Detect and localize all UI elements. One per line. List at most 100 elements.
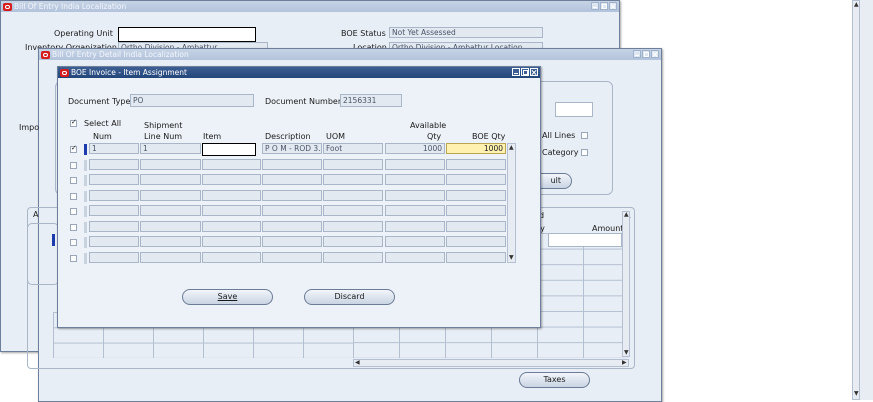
grid-cell[interactable] [446, 158, 506, 170]
table-row[interactable] [58, 158, 518, 172]
grid-cell[interactable] [140, 189, 201, 201]
category-checkbox[interactable] [581, 149, 588, 156]
detail-search-field[interactable] [555, 102, 593, 117]
item-assignment-titlebar[interactable]: BOE Invoice - Item Assignment [58, 67, 540, 78]
grid-cell[interactable] [385, 236, 445, 247]
scroll-left-icon[interactable]: ◀ [355, 359, 360, 366]
grid-cell[interactable] [446, 251, 506, 263]
scroll-down-icon[interactable]: ▼ [624, 349, 629, 356]
boe-detail-titlebar[interactable]: Bill Of Entry Detail India Localization [39, 49, 661, 60]
grid-cell[interactable] [262, 236, 322, 247]
scroll-down-icon[interactable]: ▼ [854, 390, 859, 397]
table-row[interactable] [58, 220, 518, 234]
save-button[interactable]: Save [182, 289, 273, 305]
num-cell[interactable]: 1 [89, 143, 139, 154]
boe-header-titlebar[interactable]: Bill Of Entry India Localization [1, 1, 619, 12]
grid-cell[interactable] [262, 174, 322, 185]
grid-cell[interactable] [202, 220, 261, 232]
all-lines-checkbox[interactable] [581, 132, 588, 139]
boe-qty-cell[interactable]: 1000 [446, 143, 506, 154]
grid-cell[interactable] [89, 205, 139, 216]
discard-button[interactable]: Discard [304, 289, 395, 305]
maximize-icon[interactable] [521, 68, 529, 76]
detail-horizontal-scrollbar[interactable] [353, 359, 629, 367]
grid-cell[interactable] [262, 251, 322, 263]
scroll-up-icon[interactable]: ▲ [624, 211, 629, 218]
grid-cell[interactable] [89, 189, 139, 201]
grid-cell[interactable] [140, 205, 201, 216]
grid-cell[interactable] [89, 251, 139, 263]
grid-cell[interactable] [446, 174, 506, 185]
table-row[interactable] [58, 205, 518, 218]
select-all-checkbox[interactable] [70, 120, 77, 127]
maximize-icon[interactable] [600, 2, 608, 10]
scroll-up-icon[interactable]: ▲ [854, 1, 859, 8]
grid-cell[interactable] [385, 158, 445, 170]
outer-vertical-scrollbar[interactable] [852, 0, 860, 400]
grid-cell[interactable] [202, 174, 261, 185]
uom-cell[interactable]: Foot [323, 143, 383, 154]
row-select-checkbox[interactable] [70, 161, 77, 169]
grid-cell[interactable] [385, 174, 445, 185]
grid-cell[interactable] [202, 236, 261, 247]
grid-cell[interactable] [323, 158, 383, 170]
detail-vertical-scrollbar[interactable] [622, 211, 630, 357]
minimize-icon[interactable] [591, 2, 599, 10]
row-select-checkbox[interactable] [70, 192, 77, 200]
minimize-icon[interactable] [633, 50, 641, 58]
grid-cell[interactable] [202, 251, 261, 263]
available-qty-cell[interactable]: 1000 [385, 143, 445, 154]
scroll-down-icon[interactable]: ▼ [509, 254, 514, 261]
taxes-button[interactable]: Taxes [519, 372, 590, 388]
grid-cell[interactable] [446, 189, 506, 201]
grid-cell[interactable] [385, 220, 445, 232]
row-select-checkbox[interactable] [70, 208, 77, 215]
grid-cell[interactable] [89, 236, 139, 247]
grid-cell[interactable] [262, 205, 322, 216]
row-select-checkbox[interactable] [70, 223, 77, 231]
operating-unit-field[interactable] [118, 27, 256, 42]
grid-cell[interactable] [446, 236, 506, 247]
grid-cell[interactable] [385, 251, 445, 263]
grid-cell[interactable] [446, 205, 506, 216]
description-cell[interactable]: P O M - ROD 3. [262, 143, 322, 154]
table-row[interactable] [58, 174, 518, 187]
grid-cell[interactable] [323, 220, 383, 232]
table-row[interactable] [58, 236, 518, 249]
close-icon[interactable] [530, 68, 538, 76]
row-select-checkbox[interactable] [70, 239, 77, 246]
grid-cell[interactable] [140, 220, 201, 232]
grid-cell[interactable] [202, 189, 261, 201]
row-select-checkbox[interactable] [70, 177, 77, 184]
grid-cell[interactable] [323, 251, 383, 263]
grid-cell[interactable] [385, 189, 445, 201]
row-select-checkbox[interactable] [70, 254, 77, 262]
grid-cell[interactable] [140, 236, 201, 247]
item-cell[interactable] [202, 143, 256, 156]
grid-cell[interactable] [89, 158, 139, 170]
grid-cell[interactable] [140, 174, 201, 185]
line-num-cell[interactable]: 1 [140, 143, 201, 154]
grid-cell[interactable] [323, 236, 383, 247]
maximize-icon[interactable] [642, 50, 650, 58]
close-icon[interactable] [609, 2, 617, 10]
grid-cell[interactable] [446, 220, 506, 232]
grid-cell[interactable] [89, 174, 139, 185]
grid-cell[interactable] [202, 205, 261, 216]
close-icon[interactable] [651, 50, 659, 58]
import-tab-partial[interactable]: Impo [19, 123, 39, 132]
table-row[interactable] [58, 189, 518, 203]
item-vertical-scrollbar[interactable] [507, 143, 516, 263]
grid-cell[interactable] [262, 158, 322, 170]
table-row[interactable] [58, 251, 518, 265]
scroll-up-icon[interactable]: ▲ [509, 144, 514, 151]
grid-cell[interactable] [140, 251, 201, 263]
table-row[interactable]: 1 1 P O M - ROD 3. Foot 1000 1000 [58, 143, 518, 156]
minimize-icon[interactable] [512, 68, 520, 76]
grid-cell[interactable] [323, 174, 383, 185]
grid-cell[interactable] [262, 220, 322, 232]
grid-cell[interactable] [89, 220, 139, 232]
grid-cell[interactable] [262, 189, 322, 201]
scroll-right-icon[interactable]: ▶ [622, 359, 627, 366]
grid-cell[interactable] [323, 205, 383, 216]
